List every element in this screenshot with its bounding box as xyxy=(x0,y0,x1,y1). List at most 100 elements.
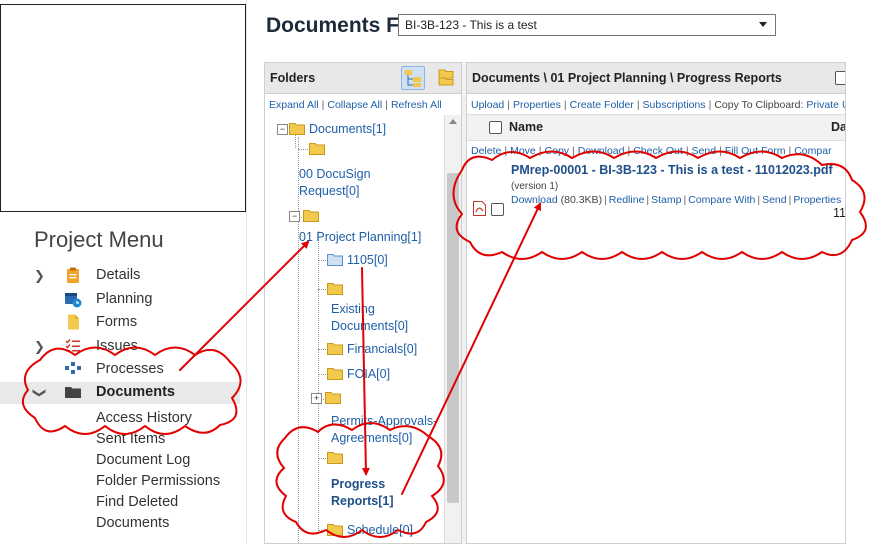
header-checkbox[interactable] xyxy=(835,71,845,85)
table-header: Name Da xyxy=(467,114,845,141)
folder-icon xyxy=(327,254,343,266)
copy-link[interactable]: Copy xyxy=(545,145,570,157)
move-link[interactable]: Move xyxy=(510,145,536,157)
tree-view-icon[interactable] xyxy=(401,66,425,90)
download-link[interactable]: Download xyxy=(578,145,625,157)
sub-item-find-deleted-cont[interactable]: Documents xyxy=(96,515,169,531)
expand-all-link[interactable]: Expand All xyxy=(269,99,319,111)
calendar-clock-icon xyxy=(65,293,82,308)
checklist-icon xyxy=(65,339,80,352)
logo-placeholder xyxy=(0,4,246,212)
file-date: 11. xyxy=(833,206,846,220)
sidebar-item-label: Details xyxy=(96,267,141,283)
sidebar-item-label: Forms xyxy=(96,314,138,330)
send-link[interactable]: Send xyxy=(692,145,717,157)
collapse-all-link[interactable]: Collapse All xyxy=(327,99,382,111)
expand-toggle-icon[interactable]: + xyxy=(311,393,322,404)
compare-link[interactable]: Compar xyxy=(794,145,831,157)
folders-pane: Folders Expand All | Collapse All | Refresh … xyxy=(264,62,462,544)
column-name[interactable]: Name xyxy=(509,120,543,134)
chevron-down-icon[interactable]: ❯ xyxy=(31,388,47,399)
file-download-link[interactable]: Download xyxy=(511,194,558,206)
file-actions-toolbar: Delete | Move | Copy | Download | Check Out | Send… xyxy=(471,145,832,157)
sub-item-access-history[interactable]: Access History xyxy=(96,410,192,426)
scroll-thumb[interactable] xyxy=(447,173,459,503)
documents-pane: Documents \ 01 Project Planning \ Progre… xyxy=(466,62,846,544)
chevron-right-icon[interactable]: ❯ xyxy=(34,268,45,284)
compare-with-link[interactable]: Compare With xyxy=(688,194,755,206)
tree-node-project-planning[interactable]: 01 Project Planning[1] xyxy=(299,229,421,246)
project-select[interactable]: BI-3B-123 - This is a test xyxy=(398,14,776,36)
folder-icon xyxy=(289,123,305,135)
documents-pane-header: Documents \ 01 Project Planning \ Progre… xyxy=(467,63,845,94)
refresh-all-link[interactable]: Refresh All xyxy=(391,99,442,111)
private-link[interactable]: Private U xyxy=(806,99,845,111)
sidebar-item-label: Planning xyxy=(96,291,153,307)
documents-toolbar: Upload | Properties | Create Folder | Subscrip… xyxy=(471,99,845,111)
file-row-links: Download (80.3KB) | Redline | Stamp | Compare … xyxy=(511,194,842,206)
form-icon xyxy=(68,314,79,330)
tree-node-existing-documents[interactable]: Existing Documents[0] xyxy=(331,301,408,335)
scroll-up-icon[interactable] xyxy=(449,119,457,124)
sub-item-folder-permissions[interactable]: Folder Permissions xyxy=(96,473,220,489)
tree-node-docusign[interactable]: 00 DocuSign Request[0] xyxy=(299,166,371,200)
tree-node-schedule[interactable]: Schedule[0] xyxy=(347,522,413,539)
tree-node-progress-reports[interactable]: Progress Reports[1] xyxy=(331,476,394,510)
sidebar-item-label: Documents xyxy=(96,384,175,400)
folder-icon xyxy=(325,392,341,404)
folder-icon xyxy=(327,343,343,355)
sidebar-item-label: Issues xyxy=(96,338,138,354)
sidebar-item-processes[interactable]: Processes xyxy=(0,359,240,381)
collapse-toggle-icon[interactable]: − xyxy=(277,124,288,135)
sidebar-item-forms[interactable]: Forms xyxy=(0,312,240,334)
upload-link[interactable]: Upload xyxy=(471,99,504,111)
chevron-down-icon xyxy=(759,22,767,27)
pdf-file-icon xyxy=(473,201,486,216)
sidebar-item-label: Processes xyxy=(96,361,164,377)
file-properties-link[interactable]: Properties xyxy=(793,194,841,206)
sidebar-item-issues[interactable]: ❯ Issues xyxy=(0,336,240,358)
folders-pane-header: Folders xyxy=(265,63,461,94)
tree-node-documents[interactable]: Documents[1] xyxy=(309,121,386,138)
select-all-checkbox[interactable] xyxy=(489,121,502,134)
subscriptions-link[interactable]: Subscriptions xyxy=(643,99,706,111)
properties-link[interactable]: Properties xyxy=(513,99,561,111)
check-out-link[interactable]: Check Out xyxy=(633,145,683,157)
folder-icon xyxy=(327,452,343,464)
tree-node-1105[interactable]: 1105[0] xyxy=(347,252,388,269)
documents-breadcrumb: Documents \ 01 Project Planning \ Progre… xyxy=(472,71,782,85)
sidebar-item-documents[interactable]: ❯ Documents xyxy=(0,382,240,404)
folder-view-icon[interactable] xyxy=(435,66,457,88)
project-select-value: BI-3B-123 - This is a test xyxy=(405,18,537,32)
sidebar-item-details[interactable]: ❯ Details xyxy=(0,265,240,287)
create-folder-link[interactable]: Create Folder xyxy=(570,99,634,111)
file-name-link[interactable]: PMrep-00001 - BI-3B-123 - This is a test… xyxy=(511,163,833,177)
tree-node-foia[interactable]: FOIA[0] xyxy=(347,366,390,383)
sub-item-sent-items[interactable]: Sent Items xyxy=(96,431,165,447)
sidebar-item-planning[interactable]: Planning xyxy=(0,289,240,311)
folders-scrollbar[interactable] xyxy=(444,115,461,543)
chevron-right-icon[interactable]: ❯ xyxy=(34,339,45,355)
redline-link[interactable]: Redline xyxy=(609,194,645,206)
tree-node-permits[interactable]: Permits-Approvals- Agreements[0] xyxy=(331,413,437,447)
project-menu-title: Project Menu xyxy=(34,227,164,252)
collapse-toggle-icon[interactable]: − xyxy=(289,211,300,222)
folder-icon xyxy=(327,283,343,295)
sub-item-find-deleted[interactable]: Find Deleted xyxy=(96,494,178,510)
file-send-link[interactable]: Send xyxy=(762,194,787,206)
process-icon xyxy=(65,362,81,374)
folder-icon xyxy=(327,524,343,536)
delete-link[interactable]: Delete xyxy=(471,145,501,157)
fill-out-form-link[interactable]: Fill Out Form xyxy=(725,145,786,157)
clipboard-icon xyxy=(67,267,79,283)
sub-item-document-log[interactable]: Document Log xyxy=(96,452,190,468)
stamp-link[interactable]: Stamp xyxy=(651,194,681,206)
copy-to-clipboard-label: Copy To Clipboard: xyxy=(714,99,804,111)
file-row-checkbox[interactable] xyxy=(491,203,504,216)
column-date[interactable]: Da xyxy=(831,120,845,134)
folder-icon xyxy=(309,143,325,155)
tree-node-financials[interactable]: Financials[0] xyxy=(347,341,417,358)
folder-icon xyxy=(303,210,319,222)
folders-title: Folders xyxy=(270,71,316,85)
file-size: (80.3KB) xyxy=(560,194,603,206)
